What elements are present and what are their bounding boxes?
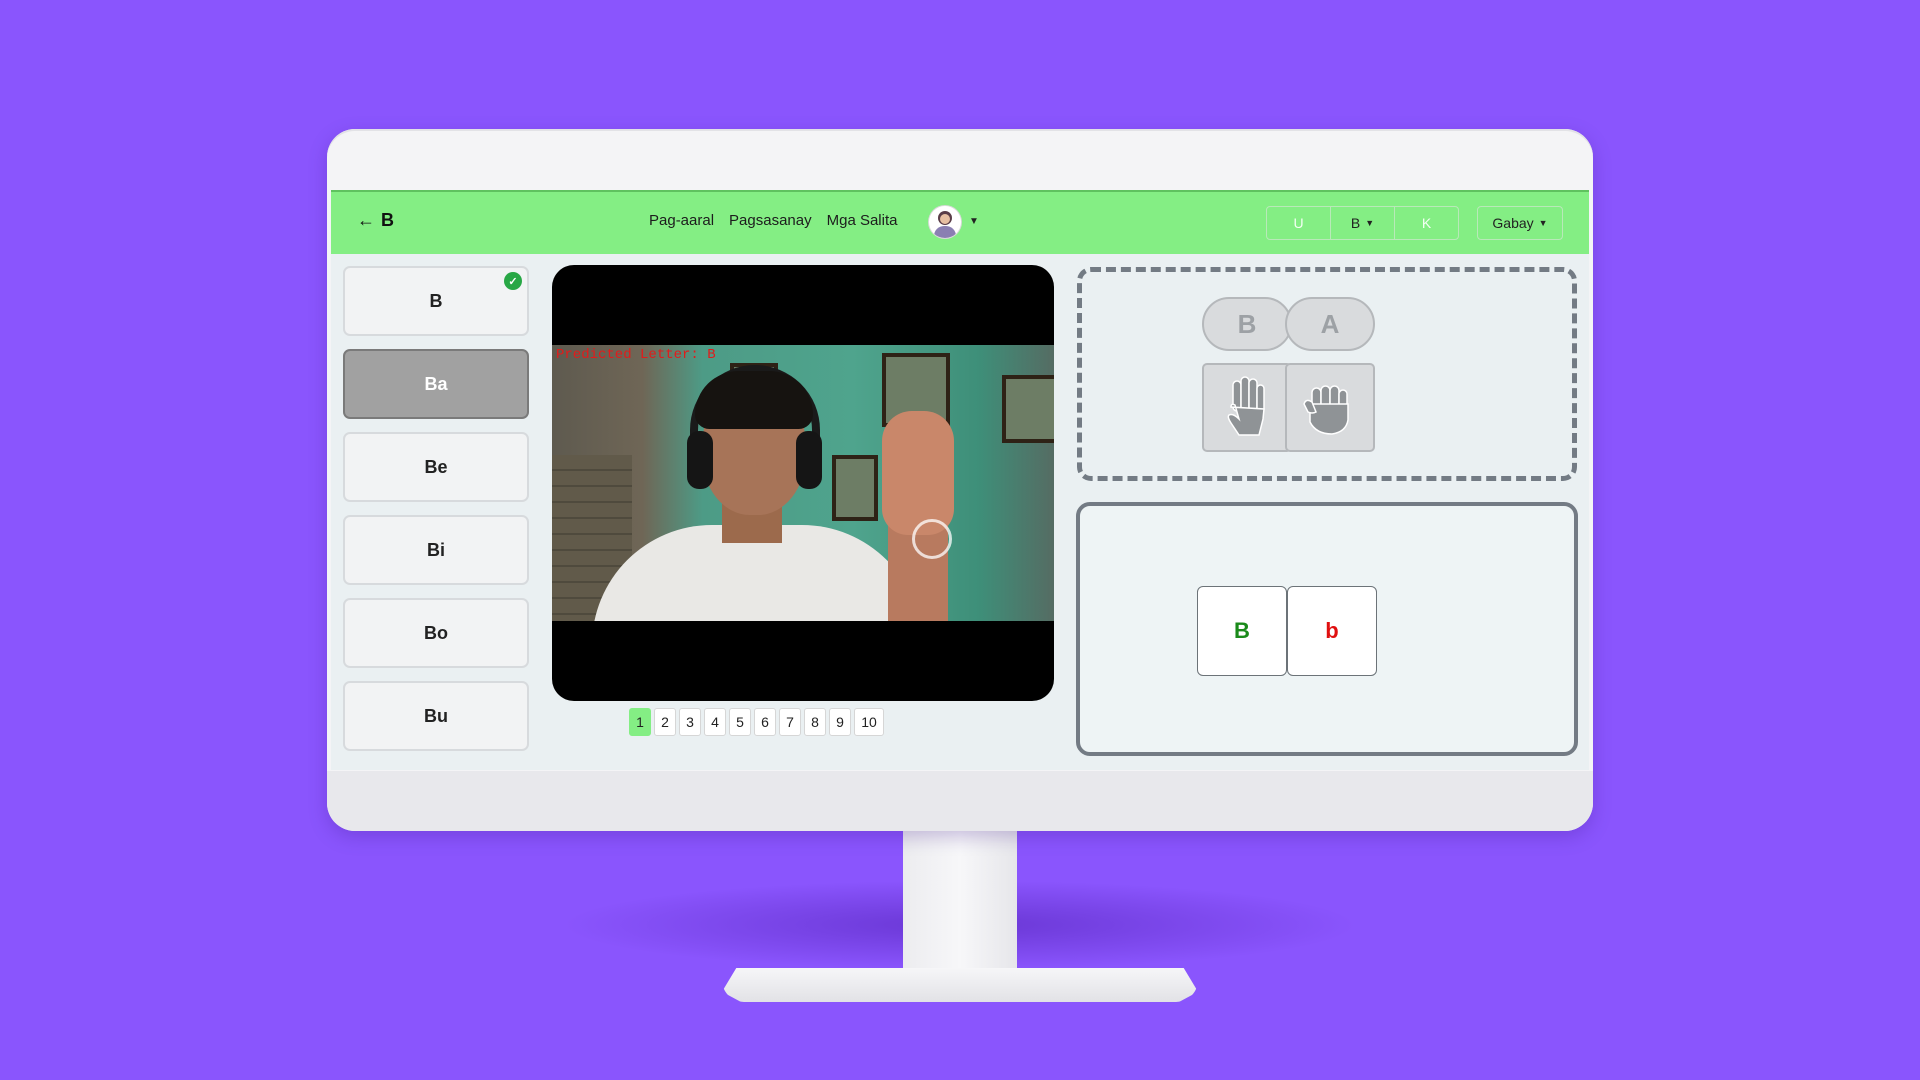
- sidebar-item-be[interactable]: Be: [343, 432, 529, 502]
- back-label: B: [381, 210, 394, 230]
- group-button-b[interactable]: B ▼: [1331, 207, 1395, 239]
- sidebar-item-label: Bu: [424, 705, 448, 726]
- sidebar-item-b[interactable]: B ✓: [343, 266, 529, 336]
- guide-letter-b[interactable]: B: [1202, 297, 1292, 351]
- webcam-image: Predicted Letter: B: [552, 345, 1054, 621]
- syllable-sidebar: B ✓ Ba Be Bi Bo Bu: [343, 266, 529, 764]
- chevron-down-icon: ▼: [1365, 218, 1375, 228]
- page-button-5[interactable]: 5: [729, 708, 751, 736]
- navbar: ← B Pag-aaral Pagsasanay Mga Salita ▼ U …: [331, 190, 1589, 254]
- sidebar-item-bi[interactable]: Bi: [343, 515, 529, 585]
- avatar-caret-icon[interactable]: ▼: [969, 216, 979, 227]
- back-arrow-icon: ←: [357, 210, 375, 230]
- webcam-video: Predicted Letter: B: [552, 265, 1054, 701]
- page-button-2[interactable]: 2: [654, 708, 676, 736]
- page-button-4[interactable]: 4: [704, 708, 726, 736]
- nav-link-pag-aaral[interactable]: Pag-aaral: [649, 212, 714, 229]
- monitor-chin: [327, 771, 1593, 831]
- group-button-k[interactable]: K: [1395, 207, 1458, 239]
- sidebar-item-label: Ba: [424, 373, 448, 394]
- hand-sign-a-icon[interactable]: [1285, 363, 1375, 452]
- page-button-1[interactable]: 1: [629, 708, 651, 736]
- page-button-3[interactable]: 3: [679, 708, 701, 736]
- sidebar-item-label: Be: [424, 456, 448, 477]
- syllable-group-buttons: U B ▼ K: [1266, 206, 1459, 240]
- guide-letter-a[interactable]: A: [1285, 297, 1375, 351]
- answer-box-lower[interactable]: b: [1287, 586, 1377, 676]
- page-button-8[interactable]: 8: [804, 708, 826, 736]
- page-button-7[interactable]: 7: [779, 708, 801, 736]
- hand-sign-b-icon[interactable]: [1202, 363, 1292, 452]
- answer-panel: B b: [1076, 502, 1578, 756]
- answer-box-upper[interactable]: B: [1197, 586, 1287, 676]
- chevron-down-icon: ▼: [1538, 218, 1548, 228]
- monitor-stand-neck: [903, 831, 1017, 971]
- nav-link-pagsasanay[interactable]: Pagsasanay: [729, 212, 812, 229]
- pagination: 1 2 3 4 5 6 7 8 9 10: [629, 708, 884, 736]
- back-link[interactable]: ← B: [357, 210, 394, 231]
- sidebar-item-bo[interactable]: Bo: [343, 598, 529, 668]
- app-screen: ← B Pag-aaral Pagsasanay Mga Salita ▼ U …: [331, 190, 1589, 770]
- group-button-u[interactable]: U: [1267, 207, 1331, 239]
- gabay-label: Gabay: [1492, 215, 1534, 231]
- page-button-10[interactable]: 10: [854, 708, 884, 736]
- page-button-6[interactable]: 6: [754, 708, 776, 736]
- page-button-9[interactable]: 9: [829, 708, 851, 736]
- monitor-stand-base: [722, 968, 1198, 1002]
- watermark-icon: [912, 519, 952, 559]
- avatar[interactable]: [929, 206, 961, 238]
- sidebar-item-bu[interactable]: Bu: [343, 681, 529, 751]
- check-circle-icon: ✓: [504, 272, 522, 290]
- sidebar-item-label: Bi: [427, 539, 445, 560]
- nav-links: Pag-aaral Pagsasanay Mga Salita: [649, 212, 897, 229]
- nav-link-mga-salita[interactable]: Mga Salita: [827, 212, 898, 229]
- sidebar-item-label: Bo: [424, 622, 448, 643]
- sidebar-item-ba[interactable]: Ba: [343, 349, 529, 419]
- predicted-letter-text: Predicted Letter: B: [556, 347, 716, 363]
- sign-guide-panel: B A: [1077, 267, 1577, 481]
- sidebar-item-label: B: [429, 290, 443, 311]
- gabay-dropdown-button[interactable]: Gabay ▼: [1477, 206, 1563, 240]
